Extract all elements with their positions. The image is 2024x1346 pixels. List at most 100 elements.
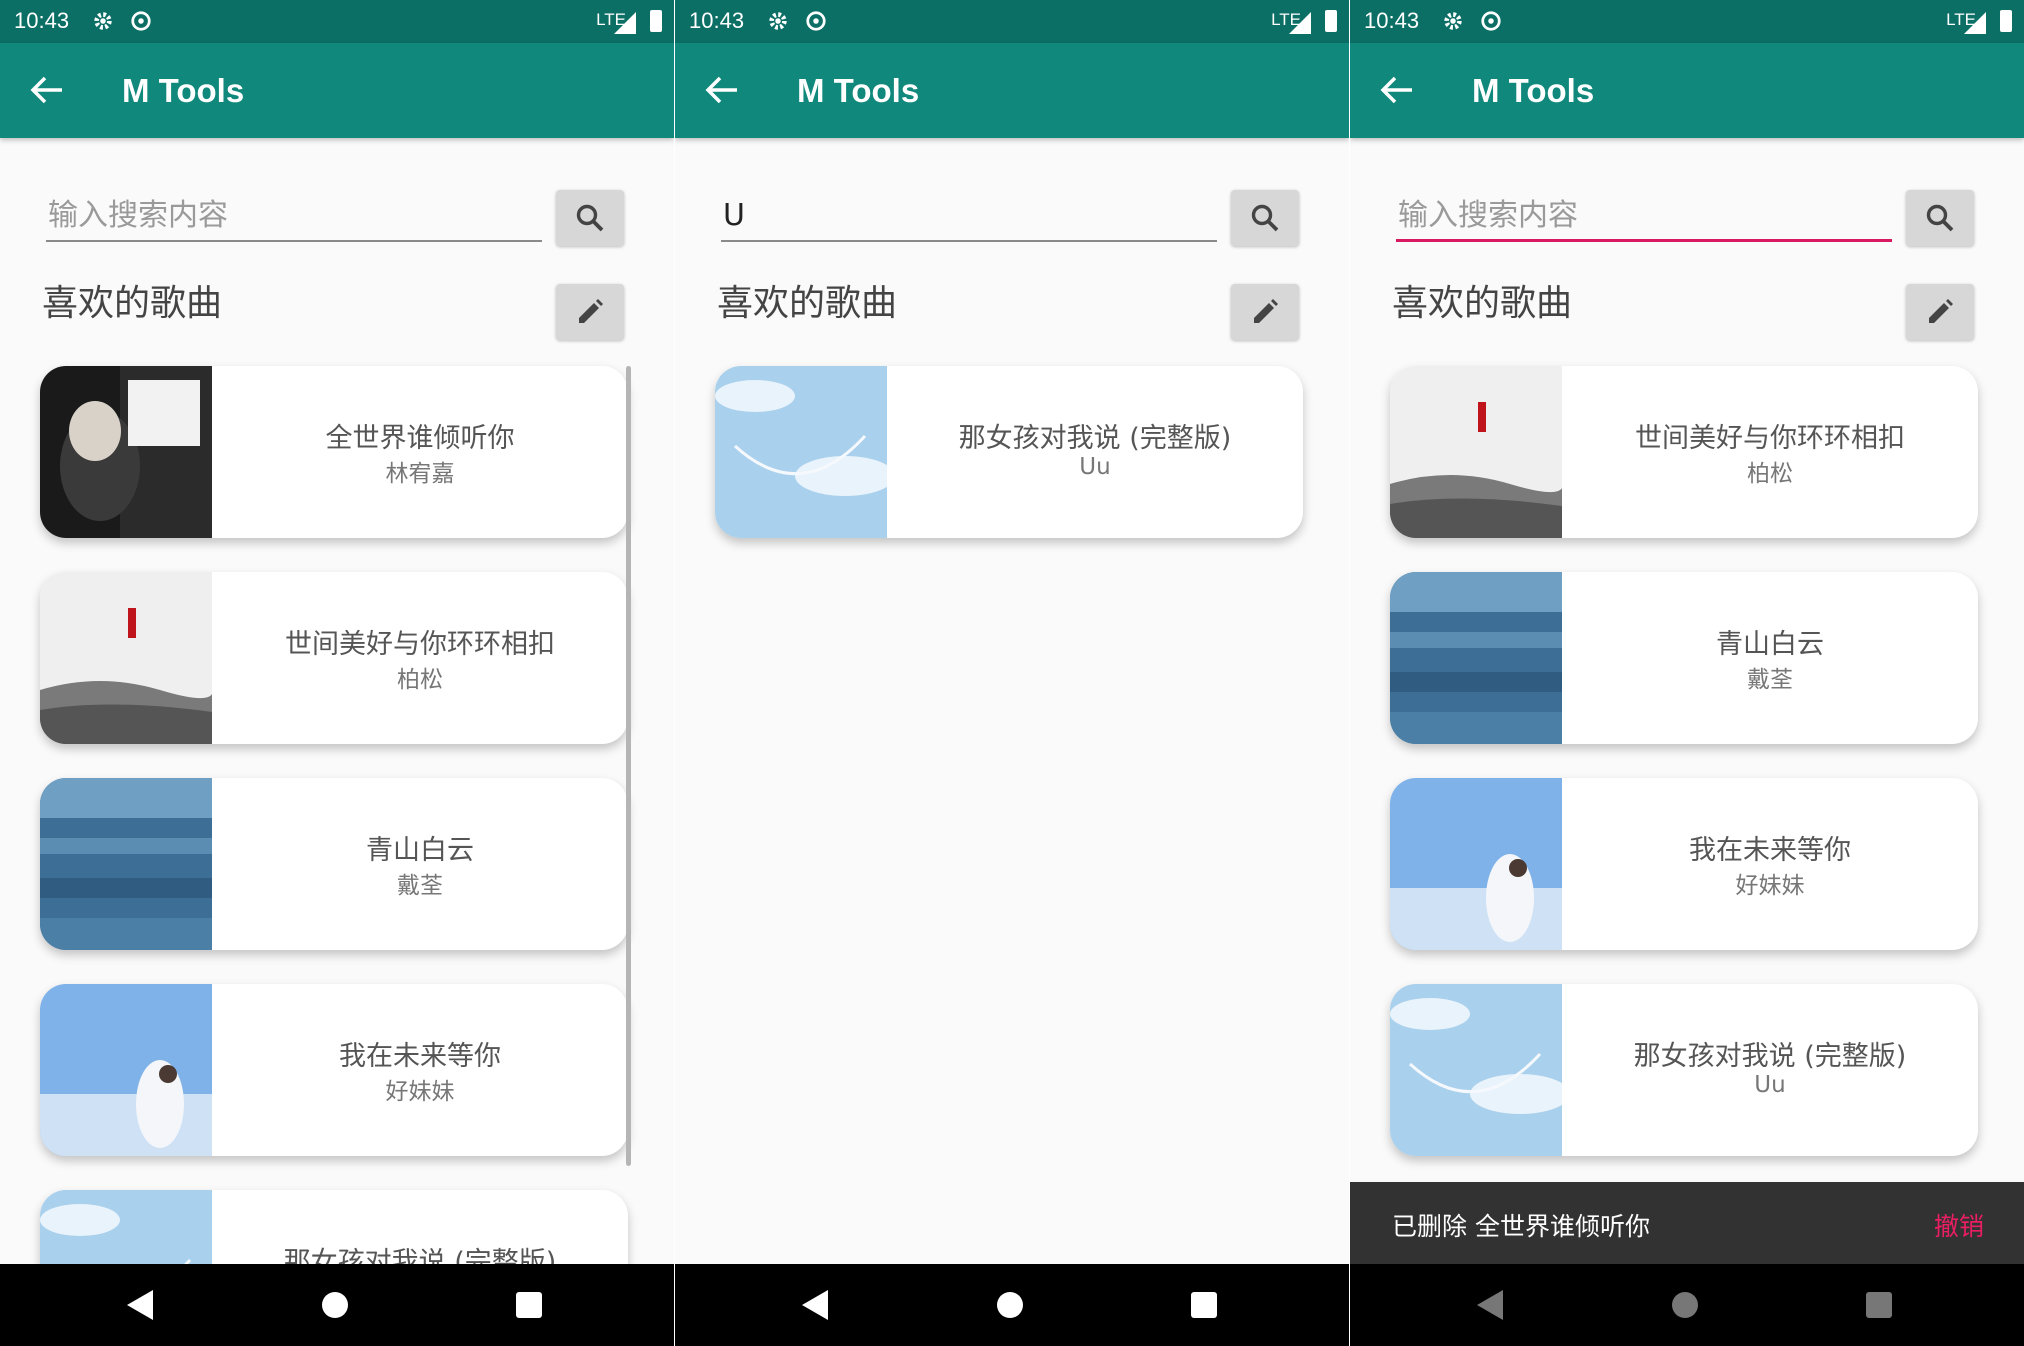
navigation-bar	[675, 1264, 1349, 1346]
search-icon	[576, 204, 604, 232]
app-bar: M Tools	[675, 43, 1349, 138]
arrow-left-icon[interactable]	[1380, 75, 1414, 105]
gear-icon	[94, 12, 112, 30]
song-info: 世间美好与你环环相扣 柏松	[1562, 366, 1978, 538]
app-bar: M Tools	[0, 43, 674, 138]
edit-button[interactable]	[556, 284, 624, 340]
section-title: 喜欢的歌曲	[1392, 283, 1573, 324]
battery-icon	[2000, 10, 2012, 32]
edit-button[interactable]	[1906, 284, 1974, 340]
song-info: 青山白云 戴荃	[1562, 572, 1978, 744]
gear-icon	[1444, 12, 1462, 30]
app-title: M Tools	[1472, 72, 1595, 109]
song-artist: Uu	[1079, 454, 1111, 480]
square-recent-icon[interactable]	[1191, 1292, 1217, 1318]
song-title: 那女孩对我说 (完整版)	[1633, 1041, 1907, 1072]
search-input[interactable]: U	[721, 190, 1217, 242]
album-cover-image	[40, 984, 212, 1156]
sync-icon	[131, 11, 151, 31]
song-title: 全世界谁倾听你	[325, 423, 515, 454]
status-time: 10:43	[689, 8, 745, 33]
song-artist: 戴荃	[1747, 667, 1793, 693]
edit-button[interactable]	[1231, 284, 1299, 340]
album-cover-image	[40, 572, 212, 744]
song-card[interactable]: 全世界谁倾听你 林宥嘉	[40, 366, 628, 538]
song-info: 那女孩对我说 (完整版) Uu	[1562, 984, 1978, 1156]
song-card[interactable]: 青山白云 戴荃	[40, 778, 628, 950]
song-card[interactable]: 那女孩对我说 (完整版) Uu	[715, 366, 1303, 538]
song-card[interactable]: 世间美好与你环环相扣 柏松	[40, 572, 628, 744]
song-info: 我在未来等你 好妹妹	[212, 984, 628, 1156]
song-title: 那女孩对我说 (完整版)	[958, 423, 1232, 454]
status-bar: 10:43 LTE	[0, 0, 674, 43]
triangle-back-icon[interactable]	[802, 1290, 828, 1320]
song-card[interactable]: 我在未来等你 好妹妹	[1390, 778, 1978, 950]
circle-home-icon[interactable]	[1672, 1292, 1698, 1318]
gear-icon	[769, 12, 787, 30]
search-input[interactable]: 输入搜索内容	[46, 190, 542, 242]
song-artist: 林宥嘉	[385, 461, 455, 487]
screen-3: 10:43 LTE M Tools 输入搜索内容 喜欢的歌曲 世间美好与你环环相…	[1350, 0, 2024, 1346]
album-cover-image	[1390, 778, 1562, 950]
album-cover-image	[40, 366, 212, 538]
app-bar: M Tools	[1350, 43, 2024, 138]
search-button[interactable]	[556, 190, 624, 246]
song-info: 青山白云 戴荃	[212, 778, 628, 950]
square-recent-icon[interactable]	[516, 1292, 542, 1318]
song-card[interactable]: 我在未来等你 好妹妹	[40, 984, 628, 1156]
song-info: 全世界谁倾听你 林宥嘉	[212, 366, 628, 538]
screenshot-row: 10:43 LTE M Tools 输入搜索内容 喜欢的歌曲 全世界谁倾听你 林…	[0, 0, 2024, 1346]
song-info: 世间美好与你环环相扣 柏松	[212, 572, 628, 744]
pencil-icon	[1929, 299, 1953, 323]
song-artist: 戴荃	[397, 873, 443, 899]
sync-icon	[806, 11, 826, 31]
album-cover-image	[40, 778, 212, 950]
song-artist: 柏松	[1747, 461, 1793, 487]
song-title: 我在未来等你	[1689, 835, 1851, 866]
triangle-back-icon[interactable]	[1477, 1290, 1503, 1320]
section-title: 喜欢的歌曲	[717, 283, 898, 324]
circle-home-icon[interactable]	[322, 1292, 348, 1318]
search-button[interactable]	[1906, 190, 1974, 246]
pencil-icon	[579, 299, 603, 323]
screen-2: 10:43 LTE M Tools U 喜欢的歌曲 那女孩对我说 (完整版) U…	[675, 0, 1349, 1346]
pencil-icon	[1254, 299, 1278, 323]
album-cover-image	[1390, 984, 1562, 1156]
search-icon	[1926, 204, 1954, 232]
song-title: 我在未来等你	[339, 1041, 501, 1072]
song-artist: Uu	[1754, 1072, 1786, 1098]
triangle-back-icon[interactable]	[127, 1290, 153, 1320]
status-time: 10:43	[1364, 8, 1420, 33]
search-icon	[1251, 204, 1279, 232]
battery-icon	[650, 10, 662, 32]
arrow-left-icon[interactable]	[30, 75, 64, 105]
navigation-bar	[1350, 1264, 2024, 1346]
circle-home-icon[interactable]	[997, 1292, 1023, 1318]
list-scrollbar[interactable]	[626, 366, 631, 1166]
section-title: 喜欢的歌曲	[42, 283, 223, 324]
app-title: M Tools	[797, 72, 920, 109]
arrow-left-icon[interactable]	[705, 75, 739, 105]
navigation-bar	[0, 1264, 674, 1346]
battery-icon	[1325, 10, 1337, 32]
song-list: 世间美好与你环环相扣 柏松 青山白云 戴荃 我在未来等你 好妹妹 那女孩对我说 …	[1390, 366, 1982, 1190]
signal-icon	[614, 12, 636, 34]
search-button[interactable]	[1231, 190, 1299, 246]
song-card[interactable]: 青山白云 戴荃	[1390, 572, 1978, 744]
square-recent-icon[interactable]	[1866, 1292, 1892, 1318]
song-info: 那女孩对我说 (完整版) Uu	[887, 366, 1303, 538]
song-artist: 柏松	[397, 667, 443, 693]
search-input[interactable]: 输入搜索内容	[1396, 190, 1892, 242]
song-card[interactable]: 那女孩对我说 (完整版) Uu	[1390, 984, 1978, 1156]
album-cover-image	[715, 366, 887, 538]
album-cover-image	[1390, 572, 1562, 744]
song-info: 我在未来等你 好妹妹	[1562, 778, 1978, 950]
sync-icon	[1481, 11, 1501, 31]
song-card[interactable]: 世间美好与你环环相扣 柏松	[1390, 366, 1978, 538]
song-title: 青山白云	[1716, 629, 1824, 660]
song-list: 全世界谁倾听你 林宥嘉 世间美好与你环环相扣 柏松 青山白云 戴荃 我在未来等你…	[40, 366, 632, 1346]
status-time: 10:43	[14, 8, 70, 33]
song-title: 世间美好与你环环相扣	[285, 629, 555, 660]
undo-button[interactable]: 撤销	[1934, 1207, 1984, 1243]
screen-1: 10:43 LTE M Tools 输入搜索内容 喜欢的歌曲 全世界谁倾听你 林…	[0, 0, 674, 1346]
